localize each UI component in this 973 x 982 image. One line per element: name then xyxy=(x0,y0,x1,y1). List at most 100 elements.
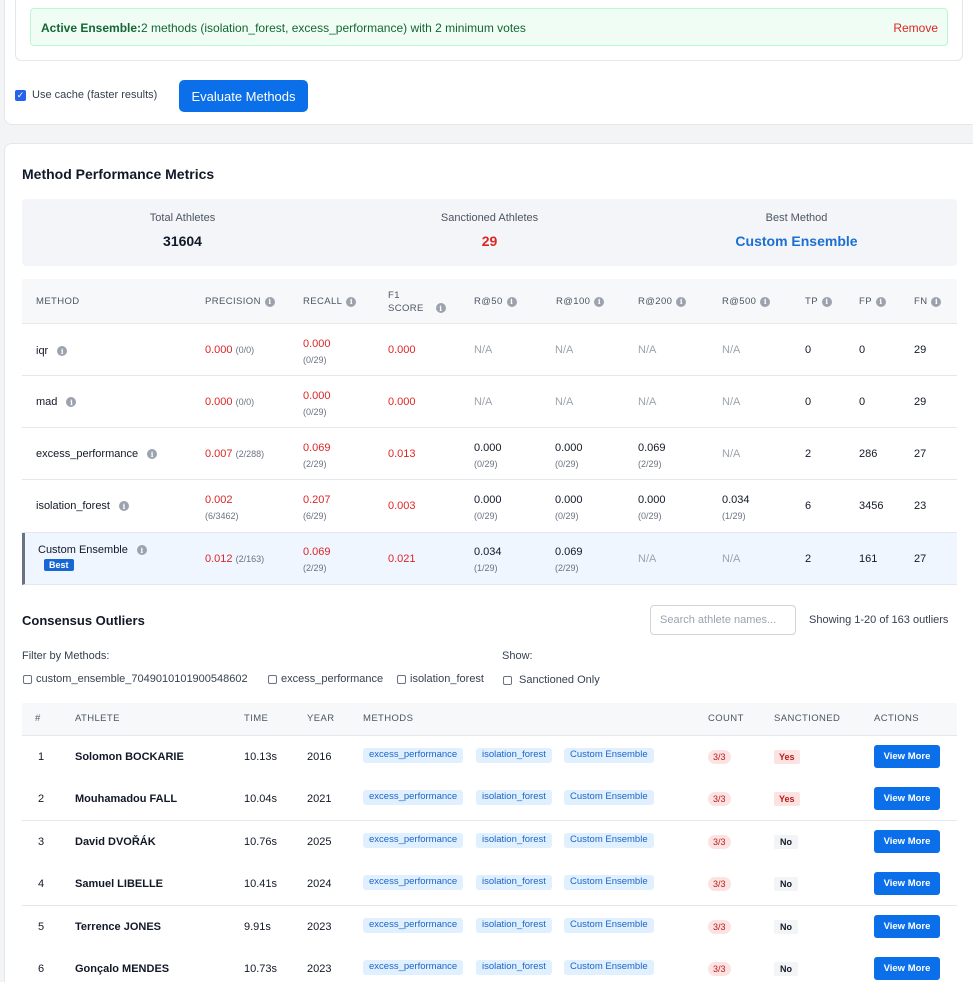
fp-cell: 3456 xyxy=(859,500,884,512)
r100-cell: 0.000 (0/29) xyxy=(555,442,583,469)
active-ensemble-description: 2 methods (isolation_forest, excess_perf… xyxy=(141,21,526,35)
view-more-button[interactable]: View More xyxy=(874,745,940,768)
metrics-row-mad: mad i 0.000 (0/0) 0.000 (0/29) 0.000 N/A N… xyxy=(22,376,957,428)
info-icon[interactable]: i xyxy=(119,501,129,511)
view-more-button[interactable]: View More xyxy=(874,957,940,980)
remove-ensemble-link[interactable]: Remove xyxy=(893,21,938,35)
use-cache-checkbox[interactable]: ✓ xyxy=(15,89,26,101)
method-name: isolation_forest i xyxy=(36,500,129,512)
info-icon[interactable]: i xyxy=(760,296,771,307)
outliers-table-header: # ATHLETE TIME YEAR METHODS COUNT SANCTI… xyxy=(22,703,957,736)
athlete-name: Mouhamadou FALL xyxy=(75,793,178,805)
fn-cell: 27 xyxy=(914,448,927,460)
col-r500: R@500 i xyxy=(722,296,771,307)
fn-cell: 23 xyxy=(914,500,927,512)
method-tag: isolation_forest xyxy=(476,875,552,890)
time-cell: 9.91s xyxy=(244,921,271,933)
sanctioned-badge: No xyxy=(774,877,798,891)
r200-cell: 0.069 (2/29) xyxy=(638,442,666,469)
filter-isolation-forest[interactable]: isolation_forest xyxy=(397,673,484,685)
info-icon[interactable]: i xyxy=(821,296,832,307)
sanctioned-only-toggle[interactable]: Sanctioned Only xyxy=(503,674,600,686)
checkbox[interactable] xyxy=(23,674,32,684)
view-more-button[interactable]: View More xyxy=(874,830,940,853)
method-tag: excess_performance xyxy=(363,833,464,848)
outliers-title: Consensus Outliers xyxy=(22,613,145,628)
use-cache-toggle[interactable]: ✓ Use cache (faster results) xyxy=(15,89,157,101)
method-tag: Custom Ensemble xyxy=(564,748,654,763)
total-athletes-value: 31604 xyxy=(163,233,202,249)
r100-cell: 0.000 (0/29) xyxy=(555,494,583,521)
f1-cell: 0.013 xyxy=(388,448,416,460)
best-badge: Best xyxy=(44,559,74,571)
info-icon[interactable]: i xyxy=(264,296,275,307)
filter-excess-performance[interactable]: excess_performance xyxy=(268,673,383,685)
col-precision: PRECISION i xyxy=(205,296,275,307)
info-icon[interactable]: i xyxy=(435,303,446,313)
view-more-button[interactable]: View More xyxy=(874,872,940,895)
filter-custom-ensemble[interactable]: custom_ensemble_7049010101900548602 xyxy=(23,673,248,685)
recall-cell: 0.000 (0/29) xyxy=(303,338,331,365)
row-index: 2 xyxy=(38,793,45,805)
view-more-button[interactable]: View More xyxy=(874,915,940,938)
recall-cell: 0.000 (0/29) xyxy=(303,390,331,417)
tp-cell: 0 xyxy=(805,396,812,408)
col-recall: RECALL i xyxy=(303,296,357,307)
info-icon[interactable]: i xyxy=(147,449,158,459)
outlier-row: 3 David DVOŘÁK 10.76s 2025 excess_performanc… xyxy=(22,821,957,864)
checkbox[interactable] xyxy=(268,674,277,684)
evaluate-methods-button[interactable]: Evaluate Methods xyxy=(179,80,308,112)
info-icon[interactable]: i xyxy=(676,296,687,307)
method-name: mad i xyxy=(36,396,77,408)
method-tag: excess_performance xyxy=(363,748,464,763)
method-name: excess_performance i xyxy=(36,448,158,460)
method-tag: Custom Ensemble xyxy=(564,875,654,890)
outlier-row: 2 Mouhamadou FALL 10.04s 2021 excess_perform… xyxy=(22,778,957,821)
checkbox[interactable] xyxy=(503,675,512,685)
r200-cell: N/A xyxy=(638,553,657,565)
summary-sanctioned: Sanctioned Athletes 29 xyxy=(334,199,645,266)
info-icon[interactable]: i xyxy=(506,296,517,307)
time-cell: 10.73s xyxy=(244,963,278,975)
info-icon[interactable]: i xyxy=(594,296,605,307)
method-tag: excess_performance xyxy=(363,790,464,805)
summary-total: Total Athletes 31604 xyxy=(27,199,338,266)
summary-best: Best Method Custom Ensemble xyxy=(641,199,952,266)
info-icon[interactable]: i xyxy=(136,545,147,555)
precision-cell: 0.012 (2/163) xyxy=(205,553,265,565)
time-cell: 10.13s xyxy=(244,751,278,763)
active-ensemble-label: Active Ensemble: xyxy=(41,21,142,35)
info-icon[interactable]: i xyxy=(57,346,68,356)
col-year: YEAR xyxy=(307,713,335,724)
col-tp: TP i xyxy=(805,296,832,307)
method-name: iqr i xyxy=(36,345,68,357)
year-cell: 2023 xyxy=(307,963,332,975)
sanctioned-badge: No xyxy=(774,962,798,976)
r200-cell: N/A xyxy=(638,396,657,408)
r50-cell: N/A xyxy=(474,344,493,356)
info-icon[interactable]: i xyxy=(66,397,77,407)
col-f1-score: F1 SCORE i xyxy=(388,289,446,315)
col-time: TIME xyxy=(244,713,269,724)
precision-cell: 0.002 (6/3462) xyxy=(205,494,239,521)
recall-cell: 0.069 (2/29) xyxy=(303,442,331,469)
r50-cell: 0.000 (0/29) xyxy=(474,494,502,521)
method-tag: isolation_forest xyxy=(476,960,552,975)
view-more-button[interactable]: View More xyxy=(874,787,940,810)
r50-cell: N/A xyxy=(474,396,493,408)
col-athlete: ATHLETE xyxy=(75,713,120,724)
r200-cell: 0.000 (0/29) xyxy=(638,494,666,521)
info-icon[interactable]: i xyxy=(346,296,357,307)
info-icon[interactable]: i xyxy=(931,296,942,307)
best-method-value: Custom Ensemble xyxy=(735,233,858,249)
outlier-row: 1 Solomon BOCKARIE 10.13s 2016 excess_perfor… xyxy=(22,736,957,779)
athlete-search-input[interactable]: Search athlete names... xyxy=(650,605,796,635)
f1-cell: 0.021 xyxy=(388,553,416,565)
row-index: 3 xyxy=(38,836,45,848)
checkbox[interactable] xyxy=(397,674,406,684)
method-tag: Custom Ensemble xyxy=(564,960,654,975)
recall-cell: 0.069 (2/29) xyxy=(303,546,331,573)
info-icon[interactable]: i xyxy=(875,296,886,307)
year-cell: 2021 xyxy=(307,793,332,805)
show-label: Show: xyxy=(502,650,533,662)
